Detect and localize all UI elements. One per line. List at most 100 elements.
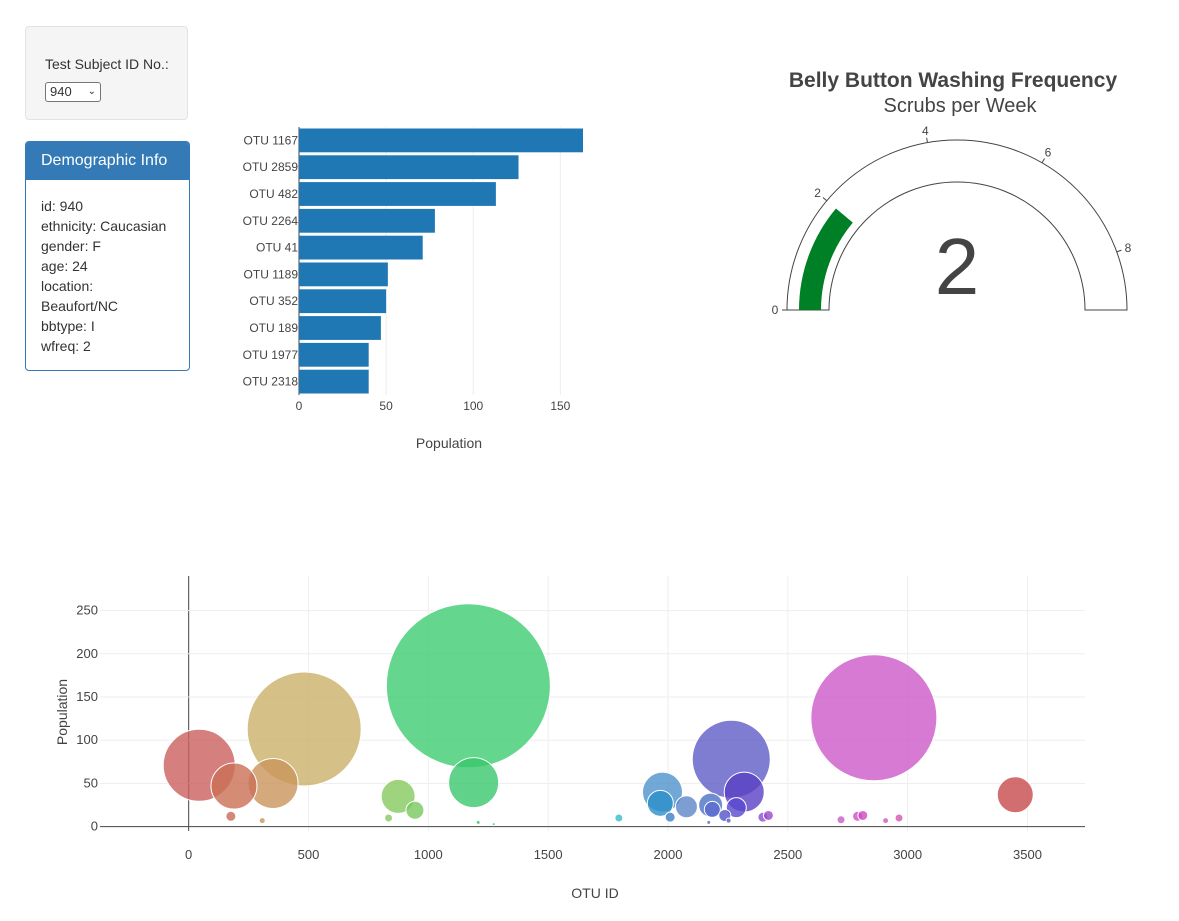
bubble bbox=[491, 822, 496, 827]
bubble bbox=[475, 819, 481, 825]
demo-line: location: bbox=[41, 278, 94, 294]
bubble bbox=[210, 762, 258, 810]
bubble bbox=[691, 719, 771, 799]
bar-y-tick-label: OTU 41 bbox=[256, 241, 298, 255]
bar-chart: 0 50 100 150 OTU 1167 OTU 2859 OTU 482 OTU 2264… bbox=[243, 127, 583, 451]
bar-y-tick-label: OTU 2264 bbox=[243, 214, 299, 228]
demo-line: age: 24 bbox=[41, 258, 88, 274]
subject-id-value: 940 bbox=[50, 84, 72, 99]
demo-line: wfreq: 2 bbox=[41, 338, 91, 354]
bubble bbox=[664, 811, 676, 823]
bubble bbox=[646, 789, 674, 817]
demographic-info-body: id: 940 ethnicity: Caucasian gender: F a… bbox=[26, 180, 189, 356]
gauge-tick-label: 4 bbox=[922, 124, 929, 138]
bubble bbox=[882, 817, 890, 825]
demo-line: bbtype: I bbox=[41, 318, 95, 334]
bar-x-tick-label: 0 bbox=[296, 399, 303, 413]
bar bbox=[299, 128, 583, 153]
bubble bbox=[162, 728, 236, 802]
subject-id-dropdown[interactable]: 940 ⌄ bbox=[45, 82, 101, 102]
bubble-y-tick-label: 100 bbox=[76, 732, 98, 747]
gauge-tick-label: 8 bbox=[1125, 241, 1132, 255]
bar bbox=[299, 369, 369, 394]
bubble bbox=[725, 797, 747, 819]
bubble-y-tick-label: 0 bbox=[91, 819, 98, 834]
bubble bbox=[258, 817, 266, 825]
bubble bbox=[384, 813, 394, 823]
bubble bbox=[641, 771, 683, 813]
bubble-y-tick-label: 200 bbox=[76, 646, 98, 661]
bar-y-tick-label: OTU 189 bbox=[249, 321, 298, 335]
bubble bbox=[762, 809, 774, 821]
demo-line: gender: F bbox=[41, 238, 101, 254]
subject-select-panel: Test Subject ID No.: 940 ⌄ bbox=[25, 26, 188, 120]
bubble bbox=[405, 800, 425, 820]
bar-y-tick-label: OTU 2318 bbox=[243, 375, 299, 389]
chevron-down-icon: ⌄ bbox=[87, 86, 96, 97]
bubble-x-tick-label: 1500 bbox=[534, 847, 563, 862]
bubble bbox=[703, 800, 721, 818]
bar bbox=[299, 262, 388, 287]
bubble-y-tick-label: 250 bbox=[76, 603, 98, 618]
bubble-x-tick-label: 500 bbox=[298, 847, 320, 862]
bubble bbox=[810, 654, 938, 782]
gauge-tick bbox=[1116, 249, 1122, 253]
bar bbox=[299, 289, 387, 314]
bubble bbox=[614, 813, 624, 823]
bar-x-tick-label: 150 bbox=[550, 399, 570, 413]
bubble bbox=[706, 819, 712, 825]
gauge-tick-label: 0 bbox=[772, 303, 779, 317]
demo-line: ethnicity: Caucasian bbox=[41, 218, 167, 234]
bubble bbox=[836, 815, 846, 825]
bubble bbox=[725, 817, 732, 824]
bar-x-tick-label: 50 bbox=[379, 399, 393, 413]
subject-select-label: Test Subject ID No.: bbox=[45, 56, 169, 72]
bar-y-tick-label: OTU 1977 bbox=[243, 348, 299, 362]
demographic-info-heading: Demographic Info bbox=[26, 142, 189, 180]
bubble-x-axis-label: OTU ID bbox=[571, 885, 618, 901]
bubble-y-axis-label: Population bbox=[54, 679, 70, 745]
bar bbox=[299, 208, 435, 233]
bubble bbox=[996, 776, 1034, 814]
bubble bbox=[857, 809, 869, 821]
bubble-x-tick-label: 1000 bbox=[414, 847, 443, 862]
bubble bbox=[852, 810, 864, 822]
bar-y-tick-label: OTU 2859 bbox=[243, 160, 299, 174]
gauge-tick bbox=[926, 137, 928, 143]
gauge-value-bar bbox=[799, 208, 853, 310]
bar bbox=[299, 155, 519, 180]
bar bbox=[299, 182, 496, 206]
bubble bbox=[448, 757, 500, 809]
bubble-x-tick-label: 3500 bbox=[1013, 847, 1042, 862]
bubble-x-tick-label: 2000 bbox=[654, 847, 683, 862]
bubble-y-tick-label: 50 bbox=[84, 775, 98, 790]
bar bbox=[299, 316, 381, 340]
bubble bbox=[246, 671, 362, 787]
gauge-tick-label: 6 bbox=[1045, 145, 1052, 159]
bubble bbox=[698, 792, 724, 818]
gauge-chart: Belly Button Washing Frequency Scrubs pe… bbox=[772, 69, 1132, 317]
gauge-title: Belly Button Washing Frequency bbox=[789, 69, 1118, 92]
bubble bbox=[718, 808, 732, 822]
bubble-x-tick-label: 0 bbox=[185, 847, 192, 862]
bar-y-tick-label: OTU 1167 bbox=[244, 133, 299, 147]
bar-x-axis-label: Population bbox=[416, 435, 482, 451]
bar bbox=[299, 235, 423, 260]
bubble-y-tick-label: 150 bbox=[76, 689, 98, 704]
bubble bbox=[225, 810, 237, 822]
bubble-x-tick-label: 3000 bbox=[893, 847, 922, 862]
bar-y-tick-label: OTU 352 bbox=[249, 294, 298, 308]
demographic-info-panel: Demographic Info id: 940 ethnicity: Cauc… bbox=[25, 141, 190, 371]
gauge-tick bbox=[1041, 158, 1045, 164]
bar-y-tick-label: OTU 1189 bbox=[244, 267, 299, 281]
bubble bbox=[757, 811, 769, 823]
gauge-value: 2 bbox=[935, 222, 980, 311]
gauge-tick bbox=[822, 197, 828, 202]
bar-y-tick-label: OTU 482 bbox=[249, 187, 298, 201]
bar bbox=[299, 342, 369, 367]
demo-line: Beaufort/NC bbox=[41, 298, 119, 314]
bubble-x-tick-label: 2500 bbox=[773, 847, 802, 862]
bubble bbox=[380, 778, 416, 814]
gauge-tick-label: 2 bbox=[814, 186, 821, 200]
bubble bbox=[385, 603, 551, 769]
